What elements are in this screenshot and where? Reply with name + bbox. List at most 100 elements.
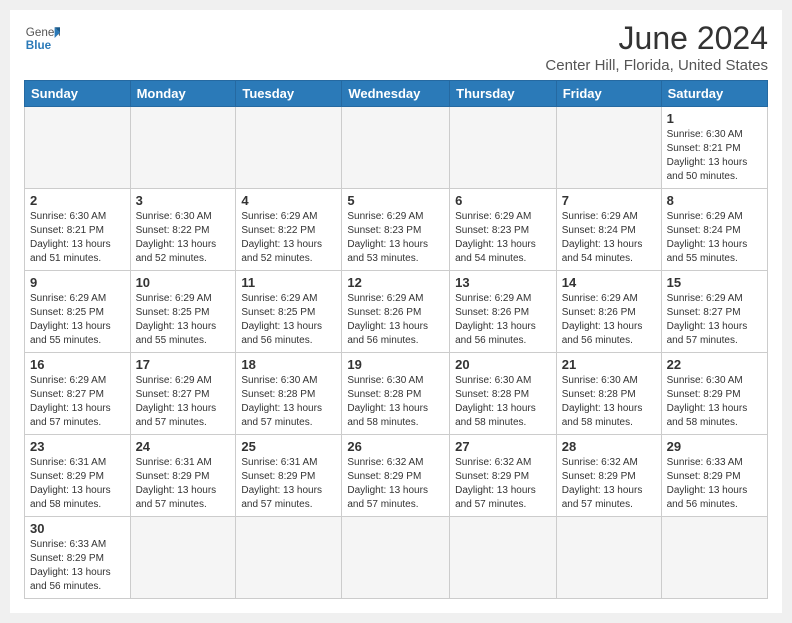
day-info: Sunrise: 6:29 AM Sunset: 8:26 PM Dayligh…	[562, 292, 656, 348]
calendar-day-cell: 10 Sunrise: 6:29 AM Sunset: 8:25 PM Dayli…	[130, 271, 236, 353]
calendar-day-cell: 6Sunrise: 6:29 AM Sunset: 8:23 PM Daylig…	[450, 189, 557, 271]
calendar-day-cell	[450, 107, 557, 189]
calendar-day-cell	[236, 517, 342, 599]
calendar-day-cell: 12 Sunrise: 6:29 AM Sunset: 8:26 PM Dayli…	[342, 271, 450, 353]
day-number: 30	[30, 521, 125, 536]
day-number: 8	[667, 193, 762, 208]
day-number: 10	[136, 275, 231, 290]
calendar-week-row: 30 Sunrise: 6:33 AM Sunset: 8:29 PM Dayli…	[25, 517, 768, 599]
day-number: 4	[241, 193, 336, 208]
location-subtitle: Center Hill, Florida, United States	[545, 57, 768, 74]
calendar-week-row: 23 Sunrise: 6:31 AM Sunset: 8:29 PM Dayli…	[25, 435, 768, 517]
calendar-day-cell	[556, 107, 661, 189]
calendar-day-cell	[661, 517, 767, 599]
day-number: 18	[241, 357, 336, 372]
calendar-day-cell: 30 Sunrise: 6:33 AM Sunset: 8:29 PM Dayli…	[25, 517, 131, 599]
day-info: Sunrise: 6:29 AM Sunset: 8:27 PM Dayligh…	[136, 374, 231, 430]
logo: General Blue	[24, 20, 60, 56]
day-info: Sunrise: 6:32 AM Sunset: 8:29 PM Dayligh…	[347, 456, 444, 512]
day-number: 28	[562, 439, 656, 454]
calendar-day-cell: 17 Sunrise: 6:29 AM Sunset: 8:27 PM Dayli…	[130, 353, 236, 435]
calendar-day-cell: 4 Sunrise: 6:29 AM Sunset: 8:22 PM Daylig…	[236, 189, 342, 271]
day-number: 21	[562, 357, 656, 372]
day-info: Sunrise: 6:29 AM Sunset: 8:25 PM Dayligh…	[136, 292, 231, 348]
day-info: Sunrise: 6:31 AM Sunset: 8:29 PM Dayligh…	[241, 456, 336, 512]
calendar-day-cell	[450, 517, 557, 599]
calendar-day-cell	[25, 107, 131, 189]
calendar-day-cell: 15 Sunrise: 6:29 AM Sunset: 8:27 PM Dayli…	[661, 271, 767, 353]
day-info: Sunrise: 6:32 AM Sunset: 8:29 PM Dayligh…	[455, 456, 551, 512]
day-info: Sunrise: 6:30 AM Sunset: 8:28 PM Dayligh…	[562, 374, 656, 430]
calendar-day-cell: 19 Sunrise: 6:30 AM Sunset: 8:28 PM Dayli…	[342, 353, 450, 435]
col-sunday: Sunday	[25, 81, 131, 107]
calendar-day-cell: 20 Sunrise: 6:30 AM Sunset: 8:28 PM Dayli…	[450, 353, 557, 435]
day-number: 17	[136, 357, 231, 372]
day-info: Sunrise: 6:29 AM Sunset: 8:26 PM Dayligh…	[347, 292, 444, 348]
svg-text:Blue: Blue	[26, 39, 52, 52]
calendar-day-cell	[556, 517, 661, 599]
calendar-header-row: Sunday Monday Tuesday Wednesday Thursday…	[25, 81, 768, 107]
calendar-day-cell	[130, 107, 236, 189]
calendar-day-cell	[342, 107, 450, 189]
day-info: Sunrise: 6:29 AM Sunset: 8:24 PM Dayligh…	[562, 210, 656, 266]
calendar-day-cell: 7 Sunrise: 6:29 AM Sunset: 8:24 PM Daylig…	[556, 189, 661, 271]
day-info: Sunrise: 6:30 AM Sunset: 8:21 PM Dayligh…	[30, 210, 125, 266]
day-info: Sunrise: 6:29 AM Sunset: 8:22 PM Dayligh…	[241, 210, 336, 266]
calendar-day-cell: 9Sunrise: 6:29 AM Sunset: 8:25 PM Daylig…	[25, 271, 131, 353]
calendar-day-cell	[236, 107, 342, 189]
calendar-day-cell: 5Sunrise: 6:29 AM Sunset: 8:23 PM Daylig…	[342, 189, 450, 271]
day-number: 26	[347, 439, 444, 454]
day-info: Sunrise: 6:30 AM Sunset: 8:28 PM Dayligh…	[241, 374, 336, 430]
day-number: 2	[30, 193, 125, 208]
day-info: Sunrise: 6:30 AM Sunset: 8:22 PM Dayligh…	[136, 210, 231, 266]
day-number: 16	[30, 357, 125, 372]
calendar-day-cell: 29 Sunrise: 6:33 AM Sunset: 8:29 PM Dayli…	[661, 435, 767, 517]
day-info: Sunrise: 6:33 AM Sunset: 8:29 PM Dayligh…	[667, 456, 762, 512]
day-number: 24	[136, 439, 231, 454]
day-info: Sunrise: 6:33 AM Sunset: 8:29 PM Dayligh…	[30, 538, 125, 594]
day-number: 12	[347, 275, 444, 290]
calendar-week-row: 1Sunrise: 6:30 AM Sunset: 8:21 PM Daylig…	[25, 107, 768, 189]
month-title: June 2024	[545, 20, 768, 57]
header: General Blue June 2024 Center Hill, Flor…	[24, 20, 768, 74]
day-info: Sunrise: 6:30 AM Sunset: 8:28 PM Dayligh…	[347, 374, 444, 430]
calendar-day-cell: 1Sunrise: 6:30 AM Sunset: 8:21 PM Daylig…	[661, 107, 767, 189]
day-number: 7	[562, 193, 656, 208]
day-number: 11	[241, 275, 336, 290]
calendar-day-cell	[342, 517, 450, 599]
calendar-week-row: 16 Sunrise: 6:29 AM Sunset: 8:27 PM Dayli…	[25, 353, 768, 435]
calendar-day-cell: 13Sunrise: 6:29 AM Sunset: 8:26 PM Dayli…	[450, 271, 557, 353]
calendar-day-cell: 28 Sunrise: 6:32 AM Sunset: 8:29 PM Dayli…	[556, 435, 661, 517]
col-saturday: Saturday	[661, 81, 767, 107]
calendar-week-row: 2 Sunrise: 6:30 AM Sunset: 8:21 PM Daylig…	[25, 189, 768, 271]
calendar-day-cell: 16 Sunrise: 6:29 AM Sunset: 8:27 PM Dayli…	[25, 353, 131, 435]
calendar-week-row: 9Sunrise: 6:29 AM Sunset: 8:25 PM Daylig…	[25, 271, 768, 353]
day-info: Sunrise: 6:32 AM Sunset: 8:29 PM Dayligh…	[562, 456, 656, 512]
generalblue-icon: General Blue	[24, 20, 60, 56]
calendar-day-cell: 24Sunrise: 6:31 AM Sunset: 8:29 PM Dayli…	[130, 435, 236, 517]
day-number: 3	[136, 193, 231, 208]
day-number: 19	[347, 357, 444, 372]
day-number: 14	[562, 275, 656, 290]
calendar-day-cell: 14 Sunrise: 6:29 AM Sunset: 8:26 PM Dayli…	[556, 271, 661, 353]
day-info: Sunrise: 6:29 AM Sunset: 8:27 PM Dayligh…	[30, 374, 125, 430]
calendar-day-cell: 2 Sunrise: 6:30 AM Sunset: 8:21 PM Daylig…	[25, 189, 131, 271]
calendar-day-cell: 22Sunrise: 6:30 AM Sunset: 8:29 PM Dayli…	[661, 353, 767, 435]
col-monday: Monday	[130, 81, 236, 107]
col-tuesday: Tuesday	[236, 81, 342, 107]
day-number: 27	[455, 439, 551, 454]
day-info: Sunrise: 6:30 AM Sunset: 8:28 PM Dayligh…	[455, 374, 551, 430]
day-info: Sunrise: 6:29 AM Sunset: 8:27 PM Dayligh…	[667, 292, 762, 348]
day-number: 29	[667, 439, 762, 454]
calendar-day-cell: 11Sunrise: 6:29 AM Sunset: 8:25 PM Dayli…	[236, 271, 342, 353]
col-wednesday: Wednesday	[342, 81, 450, 107]
day-number: 13	[455, 275, 551, 290]
day-number: 20	[455, 357, 551, 372]
title-section: June 2024 Center Hill, Florida, United S…	[545, 20, 768, 74]
calendar-day-cell: 27 Sunrise: 6:32 AM Sunset: 8:29 PM Dayli…	[450, 435, 557, 517]
calendar-day-cell: 18 Sunrise: 6:30 AM Sunset: 8:28 PM Dayli…	[236, 353, 342, 435]
day-number: 23	[30, 439, 125, 454]
day-number: 1	[667, 111, 762, 126]
day-number: 15	[667, 275, 762, 290]
day-info: Sunrise: 6:31 AM Sunset: 8:29 PM Dayligh…	[30, 456, 125, 512]
